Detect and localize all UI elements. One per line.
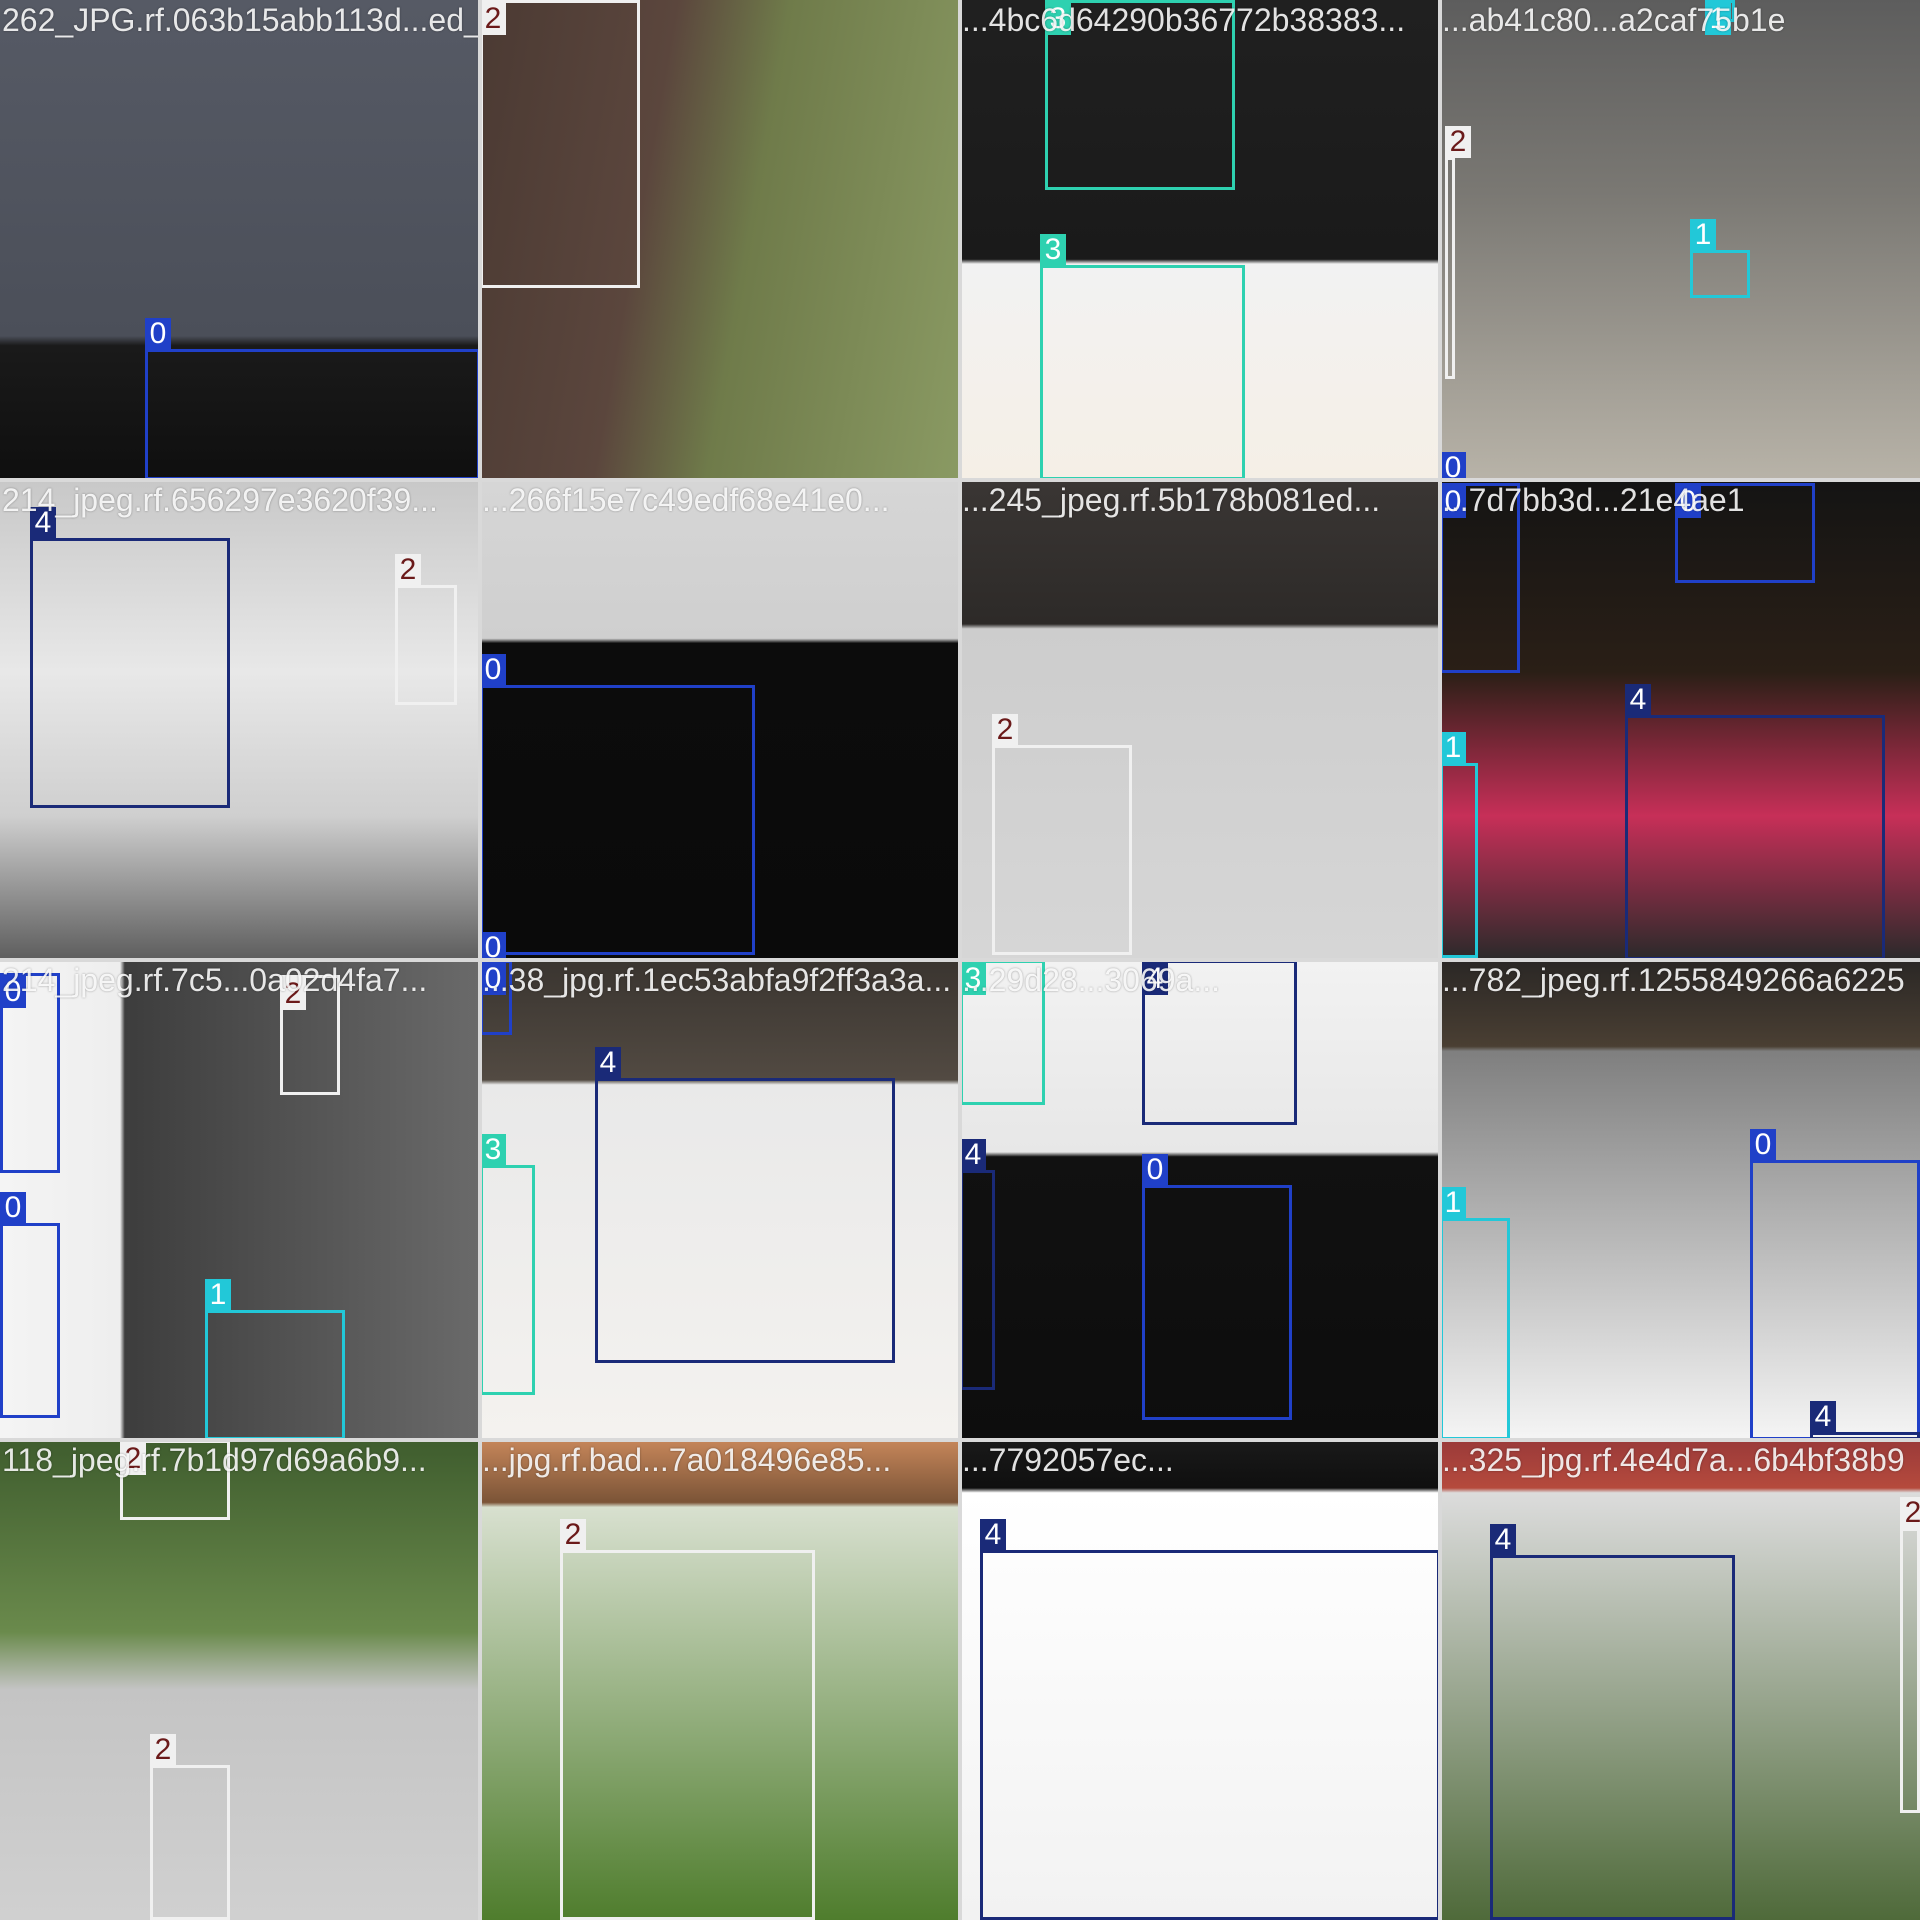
detection-box: 1 (1690, 219, 1750, 298)
detection-box: 4 (30, 507, 230, 808)
tile-filename: ...7792057ec... (962, 1442, 1174, 1478)
tile-filename: ...266f15e7c49edf68e41e0... (482, 482, 890, 518)
tile-filename: 214_jpeg.rf.7c5...0a02d4fa7... (2, 962, 428, 998)
class-label: 4 (1490, 1524, 1516, 1556)
class-label: 4 (595, 1047, 621, 1079)
detection-box: 4 (1490, 1524, 1735, 1920)
mosaic-tile: ...245_jpeg.rf.5b178b081ed... 2 (960, 480, 1440, 960)
detection-box: 0 (145, 318, 480, 480)
detection-box: 3 (480, 1134, 535, 1395)
class-label: 3 (480, 1134, 506, 1166)
tile-filename: ...4bc6d64290b36772b38383... (962, 2, 1406, 38)
mosaic-tile: 214_jpeg.rf.7c5...0a02d4fa7... 0 0 2 1 (0, 960, 480, 1440)
class-label: 0 (0, 1192, 26, 1224)
mosaic-tile: 2 (480, 0, 960, 480)
tile-filename: 262_JPG.rf.063b15abb113d...ed_jpg.rf.4e8… (2, 2, 480, 38)
detection-box: 2 (1445, 126, 1471, 379)
tile-photo (0, 1440, 480, 1920)
mosaic-tile: ...38_jpg.rf.1ec53abfa9f2ff3a3a... 0 4 3 (480, 960, 960, 1440)
class-label: 0 (480, 654, 506, 686)
class-label: 4 (980, 1519, 1006, 1551)
detection-box: 2 (992, 714, 1132, 955)
tile-filename: 214_jpeg.rf.656297e3620f39... (2, 482, 438, 518)
class-label: 1 (1440, 732, 1466, 764)
detection-box: 2 (560, 1519, 815, 1920)
mosaic-tile: ...266f15e7c49edf68e41e0... 0 0 (480, 480, 960, 960)
mosaic-tile: ...29d28...3069a... 3 4 4 0 (960, 960, 1440, 1440)
class-label: 1 (1690, 219, 1716, 251)
detection-box: 4 (1625, 684, 1885, 960)
mosaic-tile: ...jpg.rf.bad...7a018496e85... 2 (480, 1440, 960, 1920)
mosaic-tile: 118_jpeg.rf.7b1d97d69a6b9... 2 2 (0, 1440, 480, 1920)
class-label: 2 (150, 1734, 176, 1766)
detection-box: 0 (480, 654, 755, 955)
class-label: 0 (1750, 1129, 1776, 1161)
tile-filename: ...jpg.rf.bad...7a018496e85... (482, 1442, 892, 1478)
tile-filename: ...245_jpeg.rf.5b178b081ed... (962, 482, 1381, 518)
class-label: 0 (480, 932, 506, 960)
class-label: 4 (1810, 1401, 1836, 1433)
detection-box: 3 (1040, 234, 1245, 480)
class-label: 0 (1142, 1154, 1168, 1186)
class-label: 2 (1445, 126, 1471, 158)
detection-box: 0 (1142, 1154, 1292, 1420)
detection-box: 1 (1440, 1187, 1510, 1440)
class-label: 4 (1625, 684, 1651, 716)
mosaic-tile: 214_jpeg.rf.656297e3620f39... 4 2 (0, 480, 480, 960)
detection-box: 1 (1440, 732, 1478, 958)
grid-divider-horizontal (0, 958, 1920, 962)
grid-divider-vertical (1438, 0, 1442, 1920)
detection-box: 1 (205, 1279, 345, 1440)
detection-box: 0 (0, 1192, 60, 1418)
tile-filename: ...7d7bb3d...21e4ae1 (1442, 482, 1745, 518)
mosaic-tile: ...7792057ec... 4 (960, 1440, 1440, 1920)
class-label: 1 (205, 1279, 231, 1311)
tile-filename: ...29d28...3069a... (962, 962, 1220, 998)
class-label: 2 (560, 1519, 586, 1551)
mosaic-tile: ...782_jpeg.rf.1255849266a6225 1 0 4 (1440, 960, 1920, 1440)
mosaic-tile: ...7d7bb3d...21e4ae1 0 0 1 4 (1440, 480, 1920, 960)
mosaic-tile: ...4bc6d64290b36772b38383... 3 3 (960, 0, 1440, 480)
class-label: 0 (1440, 452, 1466, 480)
tile-filename: ...325_jpg.rf.4e4d7a...6b4bf38b9 (1442, 1442, 1905, 1478)
detection-box: 4 (980, 1519, 1440, 1920)
class-label: 1 (1440, 1187, 1466, 1219)
mosaic-canvas: 262_JPG.rf.063b15abb113d...ed_jpg.rf.4e8… (0, 0, 1920, 1920)
mosaic-tile: 262_JPG.rf.063b15abb113d...ed_jpg.rf.4e8… (0, 0, 480, 480)
mosaic-tile: ...ab41c80...a2caf75b1e 1 2 1 0 (1440, 0, 1920, 480)
detection-box: 2 (1900, 1497, 1920, 1813)
detection-box: 0 (0, 973, 60, 1173)
detection-box: 2 (480, 0, 640, 288)
mosaic-tile: ...325_jpg.rf.4e4d7a...6b4bf38b9 4 2 (1440, 1440, 1920, 1920)
class-label: 4 (960, 1139, 986, 1171)
class-label: 2 (480, 3, 506, 35)
tile-photo (1440, 0, 1920, 480)
class-label: 2 (992, 714, 1018, 746)
detection-box: 2 (395, 554, 457, 705)
tile-filename: 118_jpeg.rf.7b1d97d69a6b9... (2, 1442, 427, 1478)
detection-box: 0 (1750, 1129, 1920, 1440)
grid-divider-horizontal (0, 1438, 1920, 1442)
class-label: 2 (1900, 1497, 1920, 1529)
detection-box: 4 (595, 1047, 895, 1363)
tile-filename: ...38_jpg.rf.1ec53abfa9f2ff3a3a... (482, 962, 952, 998)
detection-box: 2 (150, 1734, 230, 1920)
tile-filename: ...782_jpeg.rf.1255849266a6225 (1442, 962, 1905, 998)
tile-filename: ...ab41c80...a2caf75b1e (1442, 2, 1786, 38)
class-label: 2 (395, 554, 421, 586)
class-label: 0 (145, 318, 171, 350)
class-label: 3 (1040, 234, 1066, 266)
detection-box: 4 (960, 1139, 995, 1390)
